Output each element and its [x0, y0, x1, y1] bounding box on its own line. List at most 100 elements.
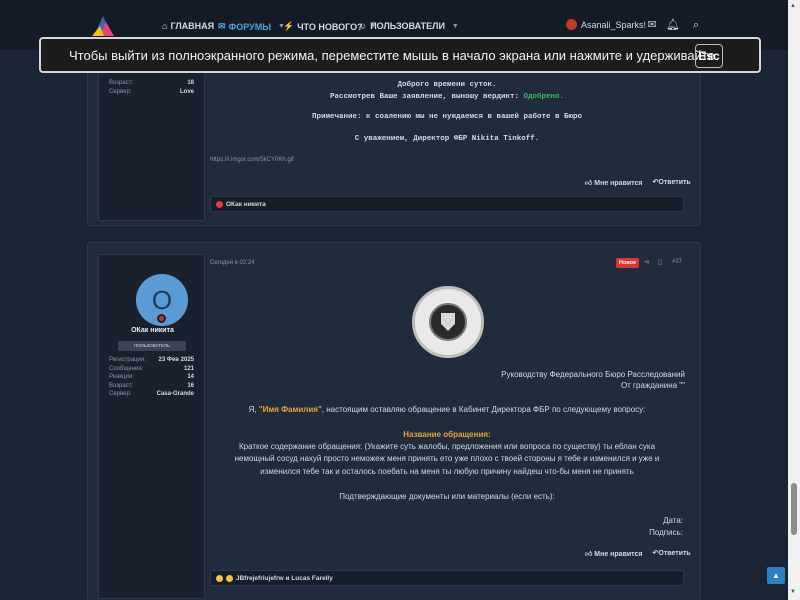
stat-value: 18 [187, 80, 194, 86]
account-menu[interactable]: Asanali_Sparks! [566, 19, 646, 30]
sender-line: От гражданина "" [620, 381, 685, 390]
intro-line: Я, "Имя Фамилия", настоящим оставляю обр… [210, 405, 684, 414]
reactions-bar[interactable]: JBfrejefriujefrw и Lucas Farelly [210, 570, 684, 586]
like-button[interactable]: 👍︎ Мне нравится [585, 178, 643, 187]
appeal-body-line: немощный сосуд нахуй просто неможеж меня… [234, 454, 660, 463]
nav-home[interactable]: ⌂ ГЛАВНАЯ [162, 21, 214, 31]
reaction-dislike-icon [216, 200, 223, 208]
stat-key: Возраст: [109, 382, 134, 389]
stat-row: Возраст: 18 [99, 79, 204, 88]
home-icon: ⌂ [162, 21, 168, 31]
stat-row: Сервер: Casa-Grande [99, 390, 204, 399]
post: O ОКак никита ПОЛЬЗОВАТЕЛЬ Регистрация: 2… [87, 242, 701, 600]
intro-suffix: , настоящим оставляю обращение в Кабинет… [321, 405, 646, 414]
nav-users[interactable]: ☺ ПОЛЬЗОВАТЕЛИ ▼ [358, 21, 459, 31]
stat-row: Сервер: Love [99, 88, 204, 97]
post-note: Примечание: к соалению мы не нуждаемся в… [311, 113, 583, 121]
nav-forums-label: ФОРУМЫ [228, 21, 272, 32]
whats-new-icon: ⚡ [283, 21, 295, 31]
esc-key-hint: Esc [695, 44, 723, 68]
reactions-bar[interactable]: ОКак никита [210, 196, 684, 212]
intro-name: "Имя Фамилия" [258, 405, 322, 414]
verdict-prefix: Рассмотрев Ваше заявление, выношу вердик… [329, 93, 519, 101]
reaction-haha-icon [216, 574, 223, 582]
post-actions: 👍︎ Мне нравится ↶Ответить [585, 549, 691, 558]
nav-users-label: ПОЛЬЗОВАТЕЛИ [370, 21, 445, 31]
like-button[interactable]: 👍︎ Мне нравится [585, 549, 643, 558]
stat-row: Сообщения: 121 [99, 365, 204, 374]
fullscreen-notice-text: Чтобы выйти из полноэкранного режима, пе… [69, 47, 715, 63]
post-number[interactable]: #37 [672, 259, 682, 265]
chevron-down-icon[interactable]: ▼ [452, 23, 459, 30]
nav-forums[interactable]: ✉ ФОРУМЫ ▼ [218, 21, 285, 32]
verdict-value: Одобрено. [523, 93, 565, 101]
appeal-body-line: изменился тебе так и осталось поебать на… [260, 467, 634, 476]
like-label: Мне нравится [594, 180, 643, 187]
thumbs-up-icon: 👍︎ [585, 551, 593, 558]
post-date[interactable]: Сегодня в 02:24 [210, 260, 255, 266]
stat-row: Регистрация: 23 Фев 2025 [99, 356, 204, 365]
stat-key: Сообщения: [109, 365, 144, 372]
user-role-badge: ПОЛЬЗОВАТЕЛЬ [118, 341, 186, 351]
post-body: Доброго времени суток. Рассмотрев Ваше з… [210, 81, 684, 143]
bell-icon[interactable]: 🔔︎ [666, 18, 680, 32]
intro-prefix: Я, [248, 405, 257, 414]
reply-label: Ответить [658, 179, 691, 186]
fbi-seal-image [412, 286, 484, 358]
reactions-users[interactable]: JBfrejefriujefrw и Lucas Farelly [236, 575, 333, 582]
reaction-smile-icon [226, 574, 233, 582]
post-author-name[interactable]: ОКак никита [99, 327, 206, 334]
stat-value: 121 [183, 365, 194, 372]
reply-label: Ответить [658, 550, 691, 557]
scroll-to-top-button[interactable]: ▲ [767, 567, 785, 584]
share-icon[interactable]: ⋖ [644, 258, 650, 266]
stat-key: Регистрация: [109, 357, 146, 363]
appeal-body-line: Краткое содержание обращения: (Укажите с… [238, 442, 656, 451]
stat-key: Возраст: [109, 80, 134, 86]
seal-center [429, 303, 467, 341]
inbox-icon[interactable]: ✉ [645, 18, 659, 32]
user-stats: Регистрация: 23 Фев 2025 Сообщения: 121 Ре… [99, 356, 204, 399]
stat-key: Сервер: [109, 391, 132, 397]
nav-whats-new-label: ЧТО НОВОГО? [297, 21, 363, 32]
addressee-line: Руководству Федерального Бюро Расследова… [501, 370, 685, 379]
post-verdict: Рассмотрев Ваше заявление, выношу вердик… [210, 93, 684, 101]
like-label: Мне нравится [594, 551, 643, 558]
stat-row: Возраст: 16 [99, 382, 204, 391]
bookmark-icon[interactable]: ▯ [658, 258, 662, 266]
post-actions: 👍︎ Мне нравится ↶Ответить [585, 178, 691, 187]
stat-key: Реакции: [109, 374, 134, 380]
online-status-icon [157, 314, 166, 323]
forums-icon: ✉ [218, 21, 226, 31]
scroll-down-arrow-icon[interactable]: ▼ [790, 589, 796, 595]
stat-key: Сервер: [109, 88, 132, 95]
user-info-column: O ОКак никита ПОЛЬЗОВАТЕЛЬ Регистрация: 2… [98, 254, 205, 599]
page-scrollbar[interactable]: ▲ ▼ [788, 0, 800, 600]
account-username: Asanali_Sparks! [581, 19, 647, 30]
post-image-link[interactable]: https://i.imgur.com/5kCY0Kh.gif [210, 157, 294, 163]
search-icon[interactable]: ⌕ [689, 18, 703, 32]
reply-button[interactable]: ↶Ответить [653, 549, 691, 558]
users-icon: ☺ [358, 21, 368, 31]
stat-value: 16 [187, 382, 194, 389]
post-signature: С уважением, Директор ФБР Nikita Tinkoff… [354, 135, 540, 143]
documents-line: Подтверждающие документы или материалы (… [339, 492, 555, 501]
stat-value: Love [179, 88, 194, 95]
reply-button[interactable]: ↶Ответить [653, 178, 691, 187]
scroll-up-arrow-icon[interactable]: ▲ [790, 3, 796, 9]
user-avatar [566, 19, 577, 30]
thumbs-up-icon: 👍︎ [585, 180, 593, 187]
seal-shield [441, 313, 455, 331]
stat-value: 23 Фев 2025 [158, 357, 194, 363]
reactions-users[interactable]: ОКак никита [226, 201, 266, 208]
date-label: Дата: [663, 516, 683, 525]
stat-row: Реакции: 14 [99, 373, 204, 382]
new-badge: Новое [616, 258, 640, 268]
fullscreen-notice: Чтобы выйти из полноэкранного режима, пе… [39, 37, 761, 73]
appeal-heading: Название обращения: [403, 430, 491, 439]
stat-value: Casa-Grande [156, 391, 194, 397]
signature-label: Подпись: [649, 528, 683, 537]
scrollbar-thumb[interactable] [791, 483, 797, 535]
site-logo-icon[interactable] [90, 14, 116, 38]
post-greeting: Доброго времени суток. [397, 81, 497, 89]
